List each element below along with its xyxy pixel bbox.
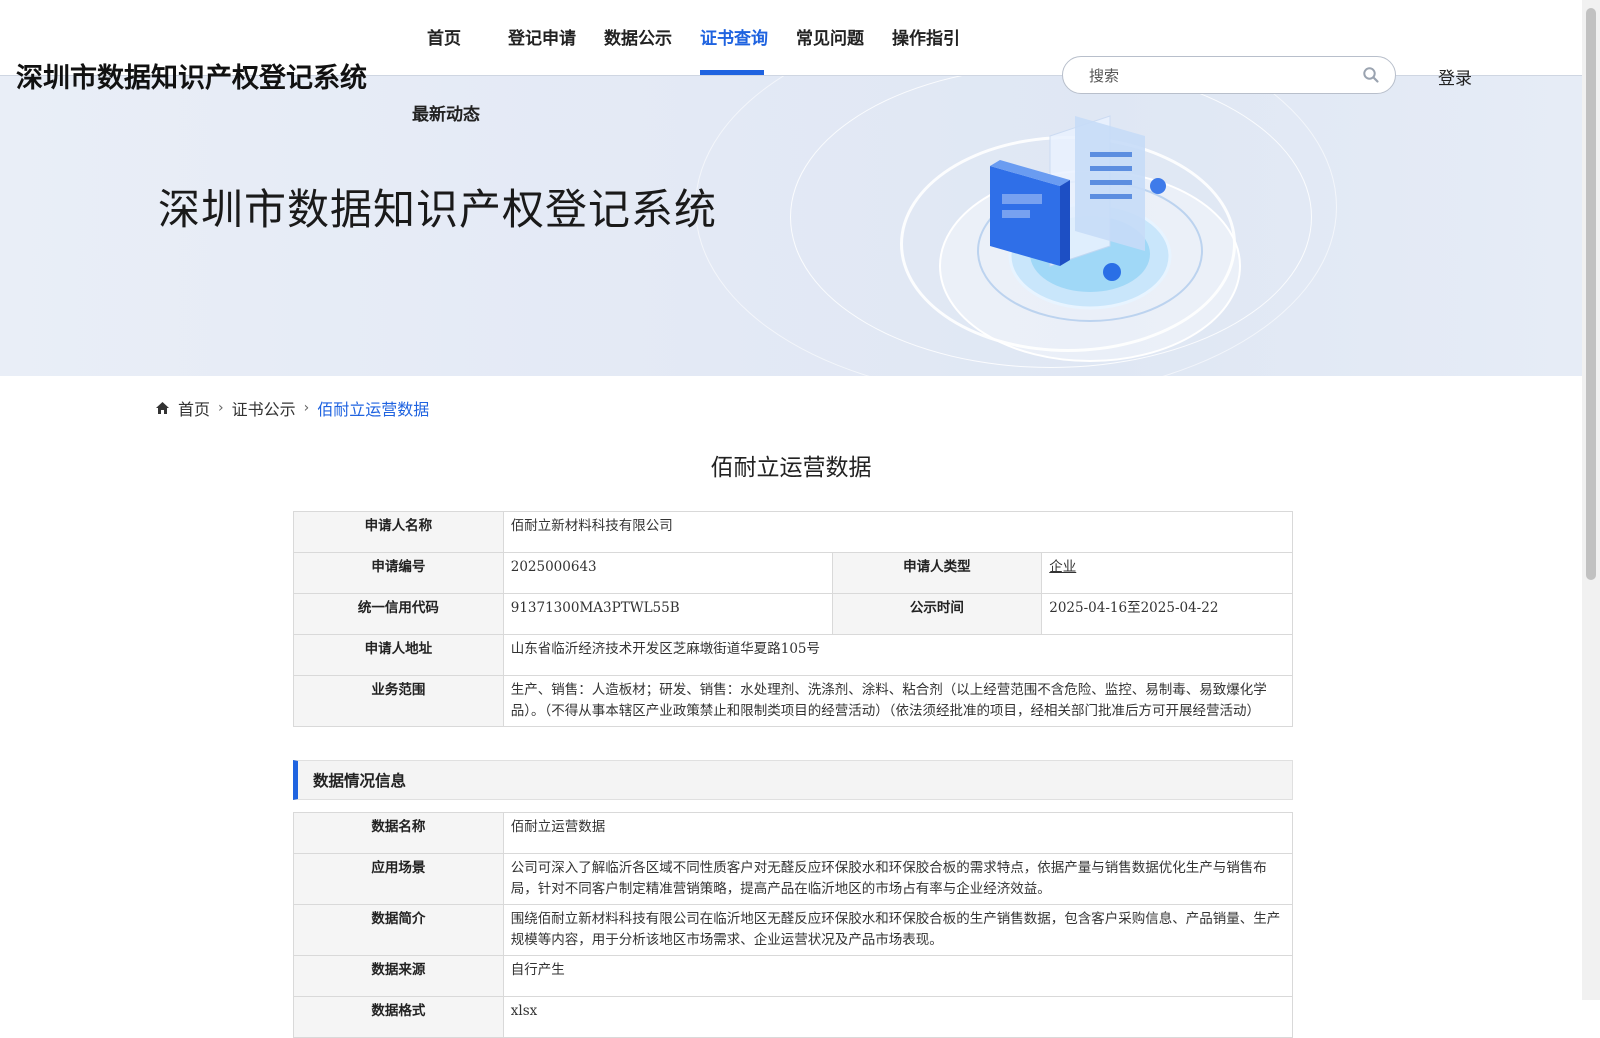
- applicant-info-table: 申请人名称 佰耐立新材料科技有限公司 申请编号 2025000643 申请人类型…: [293, 511, 1294, 727]
- breadcrumb-certificate-public[interactable]: 证书公示: [232, 396, 296, 420]
- table-row: 应用场景 公司可深入了解临沂各区域不同性质客户对无醛反应环保胶水和环保胶合板的需…: [293, 853, 1294, 905]
- nav-active-indicator: [700, 70, 764, 75]
- applicant-name-label: 申请人名称: [293, 511, 504, 553]
- applicant-type-value-cell: 企业: [1041, 552, 1293, 594]
- login-link[interactable]: 登录: [1438, 64, 1472, 89]
- publish-time-label: 公示时间: [831, 593, 1043, 635]
- table-row: 数据来源 自行产生: [293, 955, 1294, 997]
- data-source-label: 数据来源: [293, 955, 504, 997]
- breadcrumb: 首页 › 证书公示 › 佰耐立运营数据: [155, 396, 429, 420]
- table-row: 申请编号 2025000643 申请人类型 企业: [293, 552, 1293, 594]
- application-no-value: 2025000643: [502, 552, 833, 594]
- nav-guide[interactable]: 操作指引: [892, 24, 960, 49]
- search-icon[interactable]: [1362, 66, 1380, 84]
- hero-title: 深圳市数据知识产权登记系统: [158, 185, 718, 234]
- data-info-table: 数据名称 佰耐立运营数据 应用场景 公司可深入了解临沂各区域不同性质客户对无醛反…: [293, 812, 1294, 1038]
- table-row: 申请人名称 佰耐立新材料科技有限公司: [293, 511, 1294, 553]
- home-icon[interactable]: [155, 401, 170, 415]
- credit-code-value: 91371300MA3PTWL55B: [502, 593, 833, 635]
- data-name-value: 佰耐立运营数据: [502, 812, 1294, 854]
- nav-faq[interactable]: 常见问题: [796, 24, 864, 49]
- page-title: 佰耐立运营数据: [710, 455, 872, 481]
- business-scope-label: 业务范围: [293, 675, 504, 727]
- data-format-value: xlsx: [502, 996, 1294, 1038]
- search-input[interactable]: [1087, 65, 1351, 87]
- scrollbar-thumb[interactable]: [1586, 8, 1596, 580]
- applicant-address-value: 山东省临沂经济技术开发区芝麻墩街道华夏路105号: [502, 634, 1294, 676]
- table-row: 业务范围 生产、销售：人造板材；研发、销售：水处理剂、洗涤剂、涂料、粘合剂（以上…: [293, 675, 1294, 727]
- business-scope-value: 生产、销售：人造板材；研发、销售：水处理剂、洗涤剂、涂料、粘合剂（以上经营范围不…: [502, 675, 1294, 727]
- application-scene-label: 应用场景: [293, 853, 504, 905]
- breadcrumb-home[interactable]: 首页: [178, 396, 210, 420]
- data-source-value: 自行产生: [502, 955, 1294, 997]
- table-row: 申请人地址 山东省临沂经济技术开发区芝麻墩街道华夏路105号: [293, 634, 1294, 676]
- applicant-name-value: 佰耐立新材料科技有限公司: [502, 511, 1294, 553]
- application-scene-value: 公司可深入了解临沂各区域不同性质客户对无醛反应环保胶水和环保胶合板的需求特点，依…: [502, 853, 1294, 905]
- table-row: 数据简介 围绕佰耐立新材料科技有限公司在临沂地区无醛反应环保胶水和环保胶合板的生…: [293, 904, 1294, 956]
- table-row: 数据名称 佰耐立运营数据: [293, 812, 1294, 854]
- applicant-type-value: 企业: [1049, 559, 1077, 575]
- credit-code-label: 统一信用代码: [293, 593, 504, 635]
- nav-certificate-query[interactable]: 证书查询: [700, 24, 768, 49]
- publish-time-value: 2025-04-16至2025-04-22: [1041, 593, 1293, 635]
- chevron-right-icon: ›: [218, 400, 224, 416]
- nav-register-apply[interactable]: 登记申请: [508, 24, 576, 49]
- data-intro-value: 围绕佰耐立新材料科技有限公司在临沂地区无醛反应环保胶水和环保胶合板的生产销售数据…: [502, 904, 1294, 956]
- nav-data-public[interactable]: 数据公示: [604, 24, 672, 49]
- data-name-label: 数据名称: [293, 812, 504, 854]
- nav-news[interactable]: 最新动态: [412, 100, 480, 125]
- breadcrumb-current: 佰耐立运营数据: [317, 400, 430, 419]
- data-intro-label: 数据简介: [293, 904, 504, 956]
- chevron-right-icon: ›: [303, 400, 310, 416]
- data-section-heading: 数据情况信息: [293, 760, 1293, 800]
- applicant-type-label: 申请人类型: [831, 552, 1043, 594]
- applicant-address-label: 申请人地址: [293, 634, 504, 676]
- table-row: 数据格式 xlsx: [293, 996, 1294, 1038]
- table-row: 统一信用代码 91371300MA3PTWL55B 公示时间 2025-04-1…: [293, 593, 1293, 635]
- data-format-label: 数据格式: [293, 996, 504, 1038]
- nav-home[interactable]: 首页: [427, 24, 461, 49]
- search-box: [1062, 56, 1396, 94]
- application-no-label: 申请编号: [293, 552, 504, 594]
